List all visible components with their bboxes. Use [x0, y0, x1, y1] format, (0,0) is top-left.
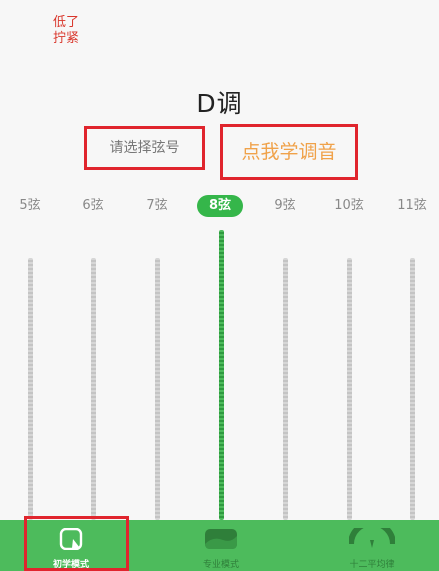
- hint-line-1: 低了: [53, 15, 80, 30]
- string-tab-6[interactable]: 6弦: [68, 195, 118, 217]
- twelve-tone-gauge-icon: [349, 528, 395, 550]
- string-tab-7[interactable]: 7弦: [132, 195, 182, 217]
- tuner-screen: 低了 拧紧 D调 请选择弦号 点我学调音 5弦 6弦 7弦 8弦 9弦 10弦 …: [0, 0, 439, 571]
- string-tab-8[interactable]: 8弦: [197, 195, 243, 217]
- learn-tuning-button[interactable]: 点我学调音: [220, 124, 358, 180]
- string-selector: 5弦 6弦 7弦 8弦 9弦 10弦 11弦: [0, 195, 439, 217]
- hint-line-2: 拧紧: [53, 31, 80, 46]
- string-tab-9[interactable]: 9弦: [260, 195, 310, 217]
- string-line-11[interactable]: [410, 258, 415, 520]
- nav-pro-mode-label: 专业模式: [202, 560, 239, 570]
- nav-beginner-mode[interactable]: 初学模式: [16, 520, 126, 571]
- bottom-nav: 初学模式 专业模式 十二平均律: [0, 520, 439, 571]
- beginner-mode-icon: [58, 528, 84, 550]
- nav-pro-mode[interactable]: 专业模式: [166, 520, 276, 571]
- string-line-6[interactable]: [91, 258, 96, 520]
- string-line-7[interactable]: [155, 258, 160, 520]
- key-title: D调: [196, 89, 243, 118]
- string-line-9[interactable]: [283, 258, 288, 520]
- string-tab-10[interactable]: 10弦: [324, 195, 374, 217]
- string-tab-5[interactable]: 5弦: [5, 195, 55, 217]
- nav-beginner-mode-label: 初学模式: [52, 560, 89, 570]
- pro-mode-icon: [203, 528, 239, 550]
- nav-twelve-tone-label: 十二平均律: [349, 560, 395, 570]
- tuning-hint: 低了 拧紧: [53, 15, 79, 47]
- string-line-10[interactable]: [347, 258, 352, 520]
- select-string-button[interactable]: 请选择弦号: [84, 126, 205, 170]
- nav-twelve-tone[interactable]: 十二平均律: [317, 520, 427, 571]
- string-line-8[interactable]: [219, 230, 224, 520]
- string-line-5[interactable]: [28, 258, 33, 520]
- string-tab-11[interactable]: 11弦: [387, 195, 437, 217]
